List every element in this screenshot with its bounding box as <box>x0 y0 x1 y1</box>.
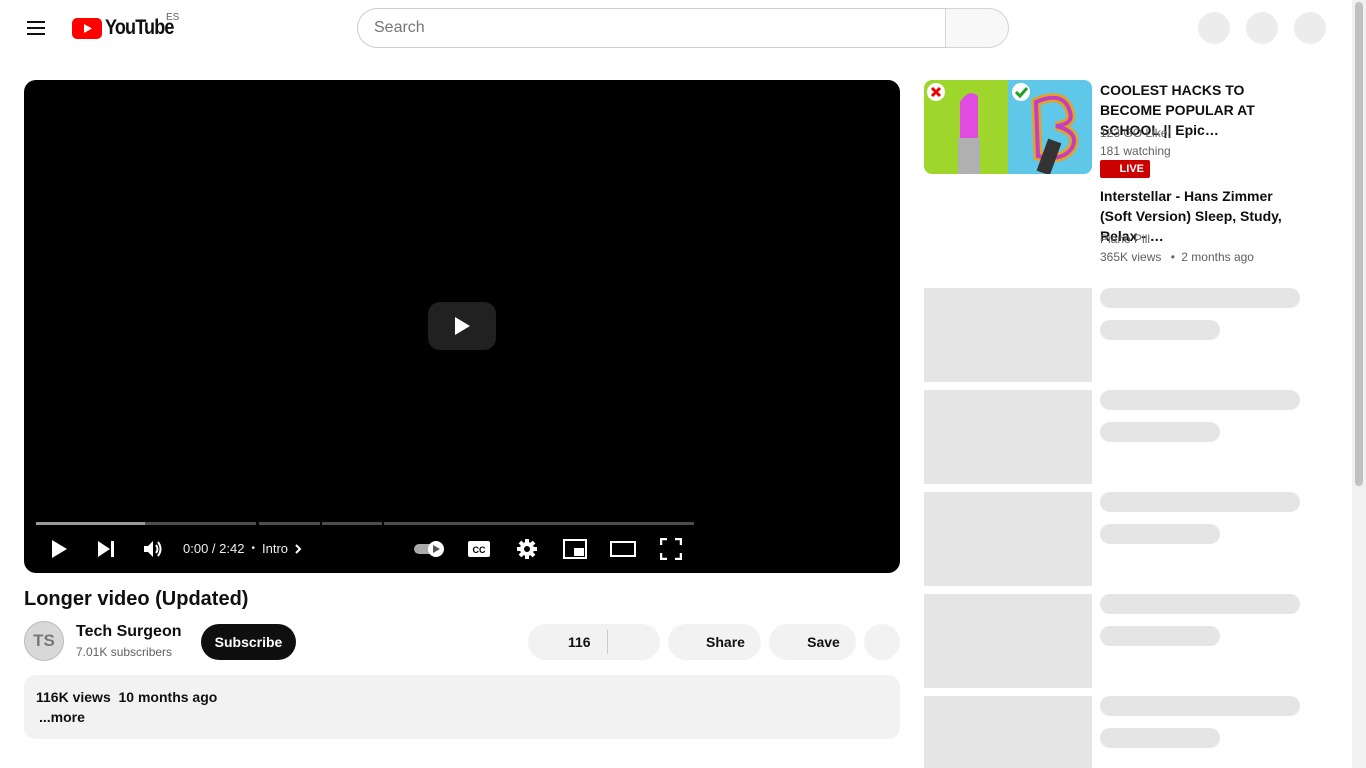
save-label: Save <box>807 634 840 650</box>
theater-mode-icon <box>610 541 636 557</box>
masthead: YouTube ES <box>0 0 1366 56</box>
volume-icon <box>144 541 162 557</box>
hamburger-icon <box>27 21 45 23</box>
skeleton-thumbnail <box>924 696 1092 768</box>
time-display: 0:00 / 2:42 • Intro <box>183 541 304 556</box>
skeleton-title <box>1100 696 1300 716</box>
skeleton-title <box>1100 492 1300 512</box>
youtube-play-logo-icon <box>72 17 102 39</box>
scrollbar-thumb[interactable] <box>1355 2 1363 486</box>
play-icon <box>455 317 470 335</box>
like-button[interactable]: 116 <box>568 634 591 650</box>
svg-text:CC: CC <box>473 545 486 555</box>
skeleton-thumbnail <box>924 594 1092 688</box>
account-avatar-button[interactable] <box>1294 12 1326 44</box>
notifications-button[interactable] <box>1246 12 1278 44</box>
show-more-button[interactable]: ...more <box>39 709 85 725</box>
upload-date: 10 months ago <box>118 689 218 705</box>
subscribe-button[interactable]: Subscribe <box>201 624 296 660</box>
miniplayer-button[interactable] <box>557 534 593 564</box>
save-button[interactable]: Save <box>769 624 856 660</box>
closed-captions-icon: CC <box>468 541 490 557</box>
recommendation-age: 2 months ago <box>1181 250 1254 264</box>
theater-mode-button[interactable] <box>605 534 641 564</box>
channel-avatar-initials: TS <box>33 631 55 650</box>
time-separator: / <box>208 541 220 556</box>
loaded-buffer <box>36 522 145 525</box>
hamburger-icon-bar <box>27 33 45 35</box>
more-actions-button[interactable] <box>864 624 900 660</box>
chevron-right-icon <box>295 543 302 554</box>
skeleton-subtitle <box>1100 422 1220 442</box>
skeleton-thumbnail <box>924 288 1092 382</box>
search-button[interactable] <box>945 8 1009 48</box>
time-total: 2:42 <box>219 541 245 556</box>
skeleton-title <box>1100 288 1300 308</box>
skeleton-title <box>1100 594 1300 614</box>
logo-wordmark: YouTube <box>105 16 174 39</box>
fullscreen-button[interactable] <box>653 534 689 564</box>
live-badge: LIVE <box>1100 160 1150 178</box>
view-count: 116K views <box>36 689 111 705</box>
guide-menu-button[interactable] <box>16 8 56 48</box>
recommendation-views: 365K views <box>1100 250 1162 264</box>
lipstick-thumbnail-image <box>924 80 1092 174</box>
share-label: Share <box>706 634 745 650</box>
video-title: Longer video (Updated) <box>24 588 249 610</box>
search-input[interactable] <box>357 8 946 48</box>
recommendation-thumbnail[interactable] <box>924 80 1092 174</box>
fullscreen-icon <box>660 538 682 560</box>
like-divider <box>607 630 608 654</box>
channel-name-link[interactable]: Tech Surgeon <box>76 623 182 641</box>
progress-bar[interactable] <box>36 522 694 525</box>
chapter-title-button[interactable]: Intro <box>262 541 288 556</box>
chapter-segment[interactable] <box>36 522 256 525</box>
settings-button[interactable] <box>509 534 545 564</box>
skeleton-title <box>1100 390 1300 410</box>
skeleton-thumbnail <box>924 390 1092 484</box>
recommendation-channel[interactable]: 123 GO Like! <box>1100 126 1171 140</box>
like-dislike-group: 116 <box>528 624 660 660</box>
chapter-segment[interactable] <box>384 522 694 525</box>
next-button[interactable] <box>88 534 124 564</box>
recommendation-stats: 181 watching <box>1100 144 1171 158</box>
chapter-segment[interactable] <box>259 522 320 525</box>
play-button[interactable] <box>41 534 77 564</box>
region-code: ES <box>166 12 180 23</box>
channel-avatar[interactable]: TS <box>24 621 64 661</box>
hamburger-icon-bar <box>27 27 45 29</box>
time-current: 0:00 <box>183 541 209 556</box>
recommendation-meta: 365K views • 2 months ago <box>1100 250 1254 264</box>
skeleton-subtitle <box>1100 524 1220 544</box>
meta-dot: • <box>1170 250 1175 264</box>
page-scrollbar[interactable] <box>1352 0 1366 768</box>
description-box[interactable]: 116K views 10 months ago ...more <box>24 675 900 739</box>
chapter-dot: • <box>251 543 255 554</box>
skeleton-subtitle <box>1100 728 1220 748</box>
play-icon <box>52 540 67 558</box>
autoplay-toggle[interactable] <box>410 534 450 564</box>
create-button[interactable] <box>1198 12 1230 44</box>
subscriber-count: 7.01K subscribers <box>76 645 173 659</box>
recommendation-channel[interactable]: Piano Pill <box>1100 232 1150 246</box>
skeleton-thumbnail <box>924 492 1092 586</box>
share-button[interactable]: Share <box>668 624 761 660</box>
recommendation-item[interactable]: Interstellar - Hans Zimmer (Soft Version… <box>924 186 1344 266</box>
miniplayer-icon <box>563 539 587 559</box>
mute-button[interactable] <box>135 534 171 564</box>
autoplay-toggle-icon <box>414 541 444 557</box>
subtitles-button[interactable]: CC <box>461 534 497 564</box>
skeleton-subtitle <box>1100 626 1220 646</box>
skeleton-subtitle <box>1100 320 1220 340</box>
video-player[interactable]: 0:00 / 2:42 • Intro CC <box>24 80 900 573</box>
live-badge-label: LIVE <box>1119 163 1144 175</box>
recommendation-item[interactable]: COOLEST HACKS TO BECOME POPULAR AT SCHOO… <box>924 80 1344 180</box>
large-play-button[interactable] <box>428 302 496 350</box>
chapter-segment[interactable] <box>322 522 382 525</box>
view-count-and-date: 116K views 10 months ago <box>36 689 217 705</box>
skip-next-icon <box>98 541 114 557</box>
gear-icon <box>517 539 537 559</box>
